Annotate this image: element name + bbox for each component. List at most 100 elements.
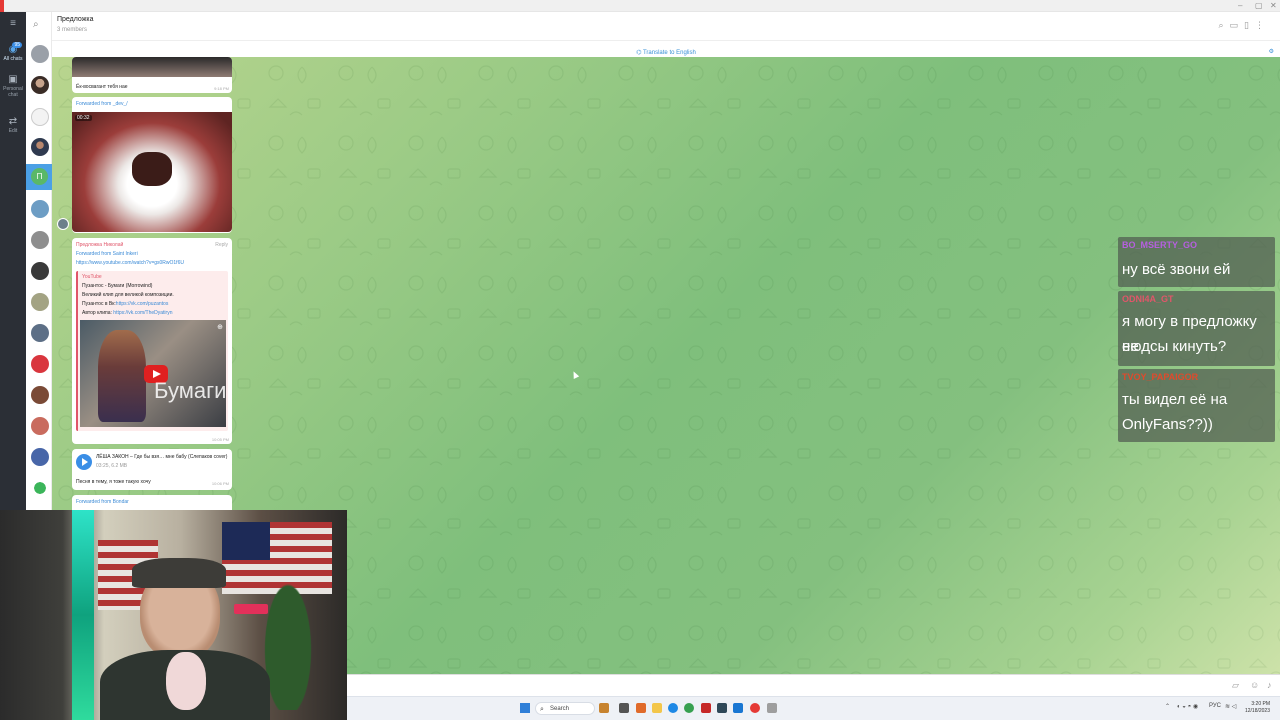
app-icon[interactable] bbox=[636, 703, 646, 713]
video-preview-image[interactable]: Бумаги ⊕ bbox=[80, 320, 226, 427]
search-icon[interactable]: ⌕ bbox=[1218, 20, 1229, 30]
preview-text: Пузантос в Вк: bbox=[82, 301, 116, 307]
preview-text: Автор клипа: bbox=[82, 310, 112, 316]
message-text: Песня в тему, я тоже такую хочу bbox=[76, 479, 151, 485]
video-thumbnail[interactable]: 00:32 bbox=[72, 112, 232, 232]
taskbar-search[interactable]: ⌕ Search bbox=[535, 702, 595, 715]
browser-icon[interactable] bbox=[668, 703, 678, 713]
chat-avatar[interactable] bbox=[31, 479, 49, 497]
search-icon: ⌕ bbox=[540, 706, 544, 713]
overlay-text: ну всё звони ей bbox=[1122, 261, 1231, 278]
chat-avatar[interactable] bbox=[31, 138, 49, 156]
app-icon[interactable] bbox=[733, 703, 743, 713]
chat-avatar[interactable] bbox=[31, 448, 49, 466]
link-preview[interactable]: YouTube Пузантос - Бумаги (Morrowind) Ве… bbox=[76, 271, 228, 431]
chat-avatar[interactable] bbox=[31, 108, 49, 126]
audio-title: ЛЁША ЗАКОН – Где бы взя… мне бабу (Слепа… bbox=[96, 454, 228, 460]
video-duration: 00:32 bbox=[75, 115, 92, 121]
translate-bar[interactable]: ⌬ Translate to English ⚙ bbox=[52, 41, 1280, 57]
message-composer[interactable]: ▱ ☺ ♪ bbox=[347, 674, 1280, 696]
chat-avatar[interactable] bbox=[31, 355, 49, 373]
app-icon[interactable] bbox=[619, 703, 629, 713]
sidebar-icon[interactable]: ▯ bbox=[1244, 20, 1255, 30]
chat-avatar[interactable] bbox=[31, 417, 49, 435]
call-icon[interactable]: ▭ bbox=[1230, 20, 1245, 30]
clock-date: 12/18/2023 bbox=[1244, 708, 1270, 714]
record-indicator bbox=[0, 0, 4, 12]
microphone-icon[interactable]: ♪ bbox=[1267, 680, 1272, 690]
more-icon[interactable]: ⋮ bbox=[1255, 20, 1270, 30]
app-icon[interactable] bbox=[750, 703, 760, 713]
chat-avatar[interactable] bbox=[31, 324, 49, 342]
translate-icon: ⌬ bbox=[636, 50, 643, 56]
file-explorer-icon[interactable] bbox=[652, 703, 662, 713]
windows-taskbar: ⌕ Search ⌃ ◐ ◒ ◓ ◉ РУС ≋ ◁ 3:20 PM 12/18/… bbox=[347, 696, 1280, 720]
search-icon[interactable]: ⌕ bbox=[33, 19, 39, 30]
forward-source[interactable]: _dev_/ bbox=[113, 101, 128, 107]
app-icon[interactable] bbox=[767, 703, 777, 713]
tray-icons[interactable]: ◐ ◒ ◓ ◉ bbox=[1177, 703, 1198, 710]
start-button-icon[interactable] bbox=[520, 703, 530, 713]
chat-avatar[interactable] bbox=[31, 76, 49, 94]
folder-all-chats[interactable]: ◉ 95 All chats bbox=[0, 42, 26, 62]
message-bubble[interactable]: ЛЁША ЗАКОН – Где бы взя… мне бабу (Слепа… bbox=[72, 449, 232, 490]
chat-avatar[interactable] bbox=[31, 200, 49, 218]
unread-badge: 95 bbox=[12, 42, 22, 48]
maximize-icon[interactable]: ▢ bbox=[1255, 1, 1263, 10]
message-bubble[interactable]: Предложка Николай Reply Forwarded from S… bbox=[72, 238, 232, 444]
folder-label: Personal chat bbox=[3, 86, 23, 98]
translate-label[interactable]: Translate to English bbox=[643, 50, 696, 56]
message-bubble[interactable]: Ёк-восвагант тебя нае 9:18 PM bbox=[72, 57, 232, 93]
overlay-message: TVOY_PAPAIGOR ты видел её на OnlyFans??)… bbox=[1118, 369, 1275, 442]
preview-line: Автор клипа: https://vk.com/TheDyatiryn bbox=[82, 309, 172, 317]
overlay-text: ты видел её на bbox=[1122, 391, 1228, 408]
chat-avatar[interactable] bbox=[31, 45, 49, 63]
audio-meta: 03:25, 6.2 MB bbox=[96, 463, 128, 469]
chat-header[interactable]: Предложка 3 members ⌕▭▯⋮ bbox=[52, 12, 1280, 41]
folders-sidebar: ≡ ◉ 95 All chats ▣ Personal chat ⇄ Edit bbox=[0, 12, 26, 510]
message-time: 10:05 PM bbox=[211, 437, 229, 442]
taskbar-clock[interactable]: 3:20 PM 12/18/2023 bbox=[1245, 701, 1270, 715]
reply-button[interactable]: Reply bbox=[215, 241, 228, 249]
commands-icon[interactable]: ▱ bbox=[1232, 680, 1239, 691]
tray-chevron-icon[interactable]: ⌃ bbox=[1165, 703, 1170, 710]
folder-label: Edit bbox=[8, 128, 18, 134]
folder-label: All chats bbox=[3, 56, 23, 62]
message-bubble[interactable]: Forwarded from _dev_/ 00:32 bbox=[72, 97, 232, 233]
app-icon[interactable] bbox=[684, 703, 694, 713]
message-bubble[interactable]: Forwarded from Bondar bbox=[72, 495, 232, 510]
message-link[interactable]: https://www.youtube.com/watch?v=gs0RwO1f… bbox=[76, 259, 184, 267]
forwarded-from[interactable]: Forwarded from Saint Inkeri bbox=[76, 250, 138, 258]
audio-play-icon[interactable] bbox=[76, 454, 92, 470]
chat-avatar[interactable] bbox=[31, 293, 49, 311]
chat-members-count: 3 members bbox=[57, 27, 88, 33]
app-icon[interactable] bbox=[717, 703, 727, 713]
preview-link[interactable]: https://vk.com/puzantos bbox=[116, 301, 169, 307]
app-icon[interactable] bbox=[701, 703, 711, 713]
folder-personal[interactable]: ▣ Personal chat bbox=[0, 74, 26, 98]
wifi-volume-icons[interactable]: ≋ ◁ bbox=[1225, 703, 1236, 710]
zoom-icon[interactable]: ⊕ bbox=[217, 323, 223, 331]
chat-list: ⌕ П bbox=[26, 12, 52, 510]
sender-avatar[interactable] bbox=[57, 218, 69, 230]
thumbnail-text: Бумаги bbox=[154, 378, 226, 403]
emoji-icon[interactable]: ☺ bbox=[1250, 680, 1259, 690]
chat-avatar[interactable] bbox=[31, 386, 49, 404]
chat-avatar[interactable] bbox=[31, 231, 49, 249]
minimize-icon[interactable]: – bbox=[1238, 1, 1242, 10]
message-history: Ёк-восвагант тебя нае 9:18 PM Forwarded … bbox=[72, 57, 232, 510]
forwarded-from[interactable]: Forwarded from Bondar bbox=[76, 498, 129, 506]
header-actions: ⌕▭▯⋮ bbox=[1218, 20, 1270, 31]
folder-edit[interactable]: ⇄ Edit bbox=[0, 116, 26, 134]
preview-link[interactable]: https://vk.com/TheDyatiryn bbox=[113, 310, 172, 316]
chat-avatar[interactable] bbox=[31, 262, 49, 280]
close-icon[interactable]: ✕ bbox=[1270, 1, 1277, 10]
input-language[interactable]: РУС bbox=[1209, 703, 1221, 709]
preview-line: Пузантос в Вк:https://vk.com/puzantos bbox=[82, 300, 168, 308]
sender-name[interactable]: Предложка Николай bbox=[76, 241, 123, 249]
preview-description: Великий клип для великой композиции. bbox=[82, 292, 174, 298]
photo-thumbnail[interactable] bbox=[72, 57, 232, 77]
app-icon[interactable] bbox=[599, 703, 609, 713]
chat-avatar-selected[interactable]: П bbox=[26, 164, 52, 190]
menu-icon[interactable]: ≡ bbox=[0, 18, 26, 30]
